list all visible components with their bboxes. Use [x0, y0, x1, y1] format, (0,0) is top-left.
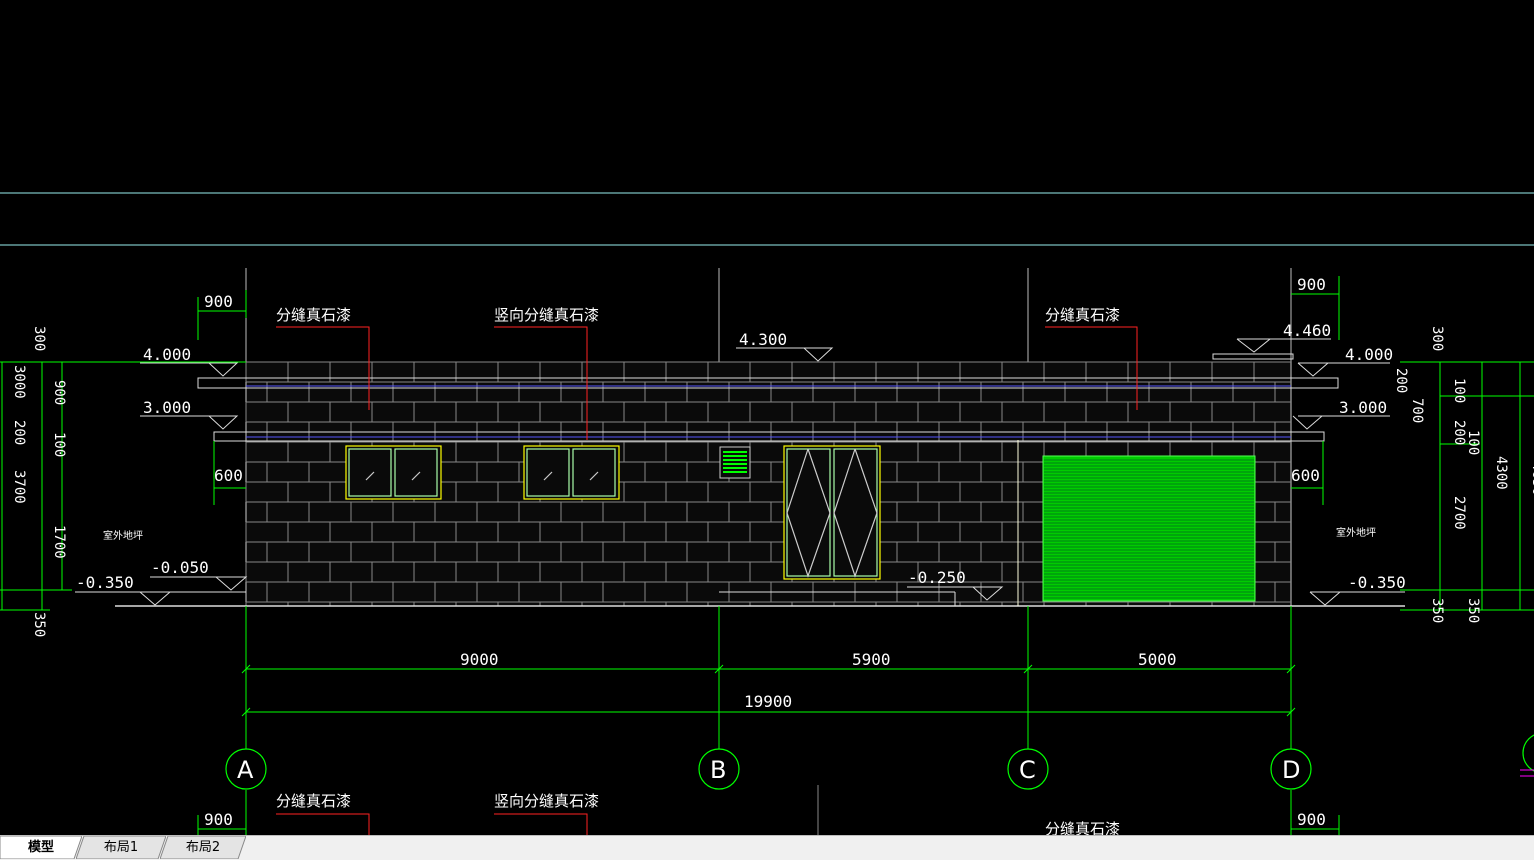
dim-span-ab: 9000 — [460, 650, 499, 669]
window-1 — [345, 445, 442, 500]
dim-overhang-left: 900 — [204, 292, 233, 311]
dim-right-700: 700 — [1409, 398, 1425, 423]
tab-layout-1[interactable]: 布局1 — [76, 836, 166, 859]
dim-bottom-overhang-left: 900 — [204, 810, 233, 829]
elev-roof-d: 4.000 — [1345, 345, 1393, 364]
dim-bottom-overhang-right: 900 — [1297, 810, 1326, 829]
dim-right-4650: 4650 — [1529, 462, 1534, 496]
note-bottom-vertical-split-stone-paint: 竖向分缝真石漆 — [494, 792, 599, 810]
tab-layout-2[interactable]: 布局2 — [160, 836, 246, 859]
elev-roof-d-top: 4.460 — [1283, 321, 1331, 340]
axis-label-a: A — [237, 756, 254, 784]
tab-model-label: 模型 — [27, 840, 54, 855]
tab-layout-2-label: 布局2 — [185, 840, 221, 855]
dim-left-350: 350 — [31, 612, 47, 637]
axis-bubble-e — [1522, 734, 1534, 772]
dim-left-900: 900 — [51, 380, 67, 405]
note-split-stone-paint-c: 分缝真石漆 — [1045, 306, 1120, 324]
window-2 — [523, 445, 620, 500]
elev-eave-a: 3.000 — [143, 398, 191, 417]
axis-label-b: B — [710, 756, 726, 784]
elev-ground-entry-a: -0.050 — [151, 558, 209, 577]
dim-right-100b: 100 — [1465, 430, 1481, 455]
elevation-drawing: 900 900 600 600 4.000 3.000 -0.350 -0.05… — [0, 192, 1534, 835]
note-split-stone-paint-a: 分缝真石漆 — [276, 306, 351, 324]
tab-model[interactable]: 模型 — [0, 836, 82, 859]
dim-total: 19900 — [744, 692, 792, 711]
elev-eave-d: 3.000 — [1339, 398, 1387, 417]
dim-left-3700: 3700 — [11, 470, 27, 504]
elev-ground-outer-a: -0.350 — [76, 573, 134, 592]
elev-roof-a: 4.000 — [143, 345, 191, 364]
note-outdoor-ground-right: 室外地坪 — [1336, 526, 1376, 539]
note-vertical-split-stone-paint: 竖向分缝真石漆 — [494, 306, 599, 324]
dim-left-300: 300 — [31, 326, 47, 351]
dim-right-2700: 2700 — [1451, 496, 1467, 530]
louver-vent — [719, 446, 751, 479]
axis-bubbles — [225, 734, 1534, 790]
elev-roof-b: 4.300 — [739, 330, 787, 349]
dim-right-200: 200 — [1393, 368, 1409, 393]
elev-ground-outer-d: -0.350 — [1348, 573, 1406, 592]
axis-label-c: C — [1019, 756, 1036, 784]
axis-label-d: D — [1282, 756, 1300, 784]
dim-sill-left: 600 — [214, 466, 243, 485]
dim-right-4300: 4300 — [1493, 456, 1509, 490]
layout-tab-bar: 模型 布局1 布局2 — [0, 835, 1534, 860]
dim-left-3000: 3000 — [11, 365, 27, 399]
dim-span-bc: 5900 — [852, 650, 891, 669]
dim-span-cd: 5000 — [1138, 650, 1177, 669]
tab-layout-1-label: 布局1 — [103, 840, 139, 855]
dim-right-100a: 100 — [1451, 378, 1467, 403]
dim-right-350b: 350 — [1465, 598, 1481, 623]
note-outdoor-ground-left: 室外地坪 — [103, 529, 143, 542]
note-bottom-split-stone-paint-c: 分缝真石漆 — [1045, 820, 1120, 835]
dim-left-1700: 1700 — [51, 525, 67, 559]
dim-sill-right: 600 — [1291, 466, 1320, 485]
cad-model-space[interactable]: 900 900 600 600 4.000 3.000 -0.350 -0.05… — [0, 0, 1534, 835]
dim-left-100: 100 — [51, 432, 67, 457]
elev-ground-c: -0.250 — [908, 568, 966, 587]
dim-right-350a: 350 — [1429, 598, 1445, 623]
dim-right-200b: 200 — [1451, 420, 1467, 445]
dim-overhang-right: 900 — [1297, 275, 1326, 294]
dim-right-300: 300 — [1429, 326, 1445, 351]
double-door — [783, 445, 881, 580]
dim-left-200: 200 — [11, 420, 27, 445]
roller-shutter — [1042, 455, 1256, 602]
note-bottom-split-stone-paint-a: 分缝真石漆 — [276, 792, 351, 810]
